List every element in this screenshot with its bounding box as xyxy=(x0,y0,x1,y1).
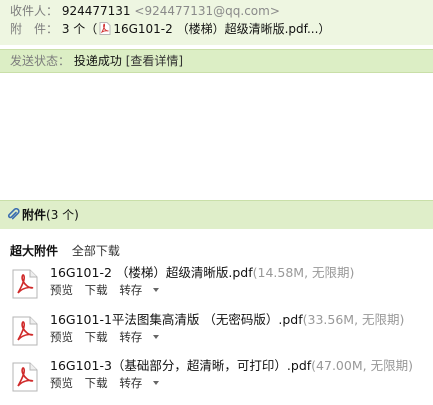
save-to-dropdown[interactable]: 转存 xyxy=(119,376,160,390)
attachment-filename[interactable]: 16G101-1平法图集高清版 （无密码版）.pdf xyxy=(50,312,303,327)
attachment-label: 附 件： xyxy=(10,22,59,36)
download-link[interactable]: 下载 xyxy=(85,283,108,297)
download-link[interactable]: 下载 xyxy=(85,376,108,390)
attachments-bar: 附件(3 个) xyxy=(0,200,433,229)
caret-down-icon xyxy=(153,288,160,292)
mail-header: 收件人： 924477131 <924477131@qq.com> 附 件： 3… xyxy=(0,0,433,45)
recipient-label: 收件人： xyxy=(10,4,59,18)
attachments-title: 附件 xyxy=(22,208,47,222)
attachment-meta: (14.58M, 无限期) xyxy=(252,265,355,280)
delivery-status-bar: 发送状态： 投递成功 [查看详情] xyxy=(0,49,433,73)
large-attachments-label: 超大附件 xyxy=(10,244,59,258)
attachment-filename-row: 16G101-2 （楼梯）超级清晰版.pdf(14.58M, 无限期) xyxy=(50,265,354,281)
caret-down-icon xyxy=(153,381,160,385)
delivery-status-row: 发送状态： 投递成功 [查看详情] xyxy=(10,53,183,69)
caret-down-icon xyxy=(153,335,160,339)
attachment-actions: 预览 下载 转存 xyxy=(50,283,167,297)
pdf-icon xyxy=(99,22,111,35)
attachment-meta: (33.56M, 无限期) xyxy=(302,312,405,327)
attachment-preview-link[interactable]: 16G101-2 （楼梯）超级清晰版.pdf... xyxy=(113,22,318,36)
status-label: 发送状态： xyxy=(10,54,71,68)
pdf-file-icon xyxy=(12,362,38,392)
attachment-close-paren: ） xyxy=(318,22,331,36)
download-link[interactable]: 下载 xyxy=(85,330,108,344)
large-attachments-header: 超大附件 全部下载 xyxy=(10,244,120,258)
attachment-filename[interactable]: 16G101-2 （楼梯）超级清晰版.pdf xyxy=(50,265,253,280)
attachment-row: 附 件： 3 个（ 16G101-2 （楼梯）超级清晰版.pdf...） xyxy=(10,21,330,37)
attachment-meta: (47.00M, 无限期) xyxy=(311,358,413,373)
recipient-row: 收件人： 924477131 <924477131@qq.com> xyxy=(10,3,280,19)
attachment-filename-row: 16G101-1平法图集高清版 （无密码版）.pdf(33.56M, 无限期) xyxy=(50,312,404,328)
preview-link[interactable]: 预览 xyxy=(50,376,73,390)
preview-link[interactable]: 预览 xyxy=(50,330,73,344)
pdf-file-icon xyxy=(12,269,38,299)
attachments-title-row: 附件(3 个) xyxy=(7,207,79,223)
attachment-item: 16G101-1平法图集高清版 （无密码版）.pdf(33.56M, 无限期) … xyxy=(0,312,433,352)
attachment-actions: 预览 下载 转存 xyxy=(50,376,167,390)
pdf-file-icon xyxy=(12,316,38,346)
recipient-email[interactable]: <924477131@qq.com> xyxy=(134,4,280,18)
attachment-filename-row: 16G101-3（基础部分，超清晰，可打印）.pdf(47.00M, 无限期) xyxy=(50,358,413,374)
preview-link[interactable]: 预览 xyxy=(50,283,73,297)
save-to-label: 转存 xyxy=(119,376,143,390)
save-to-dropdown[interactable]: 转存 xyxy=(119,283,160,297)
save-to-label: 转存 xyxy=(119,330,143,344)
paperclip-icon xyxy=(7,208,20,220)
attachment-filename[interactable]: 16G101-3（基础部分，超清晰，可打印）.pdf xyxy=(50,358,311,373)
recipient-name[interactable]: 924477131 xyxy=(62,4,131,18)
status-details-link[interactable]: [查看详情] xyxy=(126,54,183,68)
save-to-label: 转存 xyxy=(119,283,143,297)
status-value: 投递成功 xyxy=(73,54,122,68)
attachment-item: 16G101-2 （楼梯）超级清晰版.pdf(14.58M, 无限期) 预览 下… xyxy=(0,265,433,305)
attachment-item: 16G101-3（基础部分，超清晰，可打印）.pdf(47.00M, 无限期) … xyxy=(0,358,433,398)
download-all-link[interactable]: 全部下载 xyxy=(72,244,120,258)
attachment-open-paren: （ xyxy=(85,22,98,36)
attachment-count[interactable]: 3 个 xyxy=(62,22,85,36)
attachments-count: (3 个) xyxy=(46,208,79,222)
save-to-dropdown[interactable]: 转存 xyxy=(119,330,160,344)
attachment-actions: 预览 下载 转存 xyxy=(50,330,167,344)
